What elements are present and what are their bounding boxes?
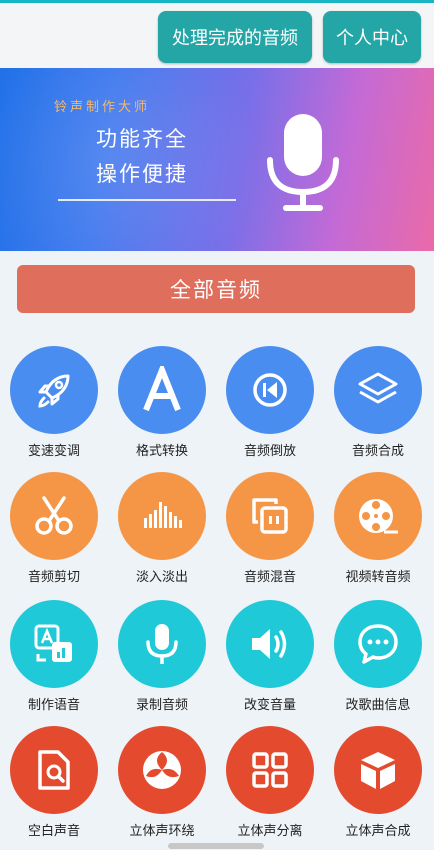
tool-song-info[interactable]: 改歌曲信息 <box>324 584 432 714</box>
tool-mix[interactable]: 音频混音 <box>216 456 324 586</box>
tool-label: 立体声分离 <box>237 824 303 839</box>
tool-circle <box>226 472 314 560</box>
film-reel-icon <box>359 499 398 534</box>
microphone-icon <box>146 624 178 664</box>
cube-icon <box>361 752 395 789</box>
grid-icon <box>252 752 288 788</box>
tool-circle <box>118 600 206 688</box>
tool-label: 立体声合成 <box>345 824 411 839</box>
tool-format-convert[interactable]: 格式转换 <box>108 330 216 460</box>
chat-bubble-icon <box>358 624 398 664</box>
waveform-icon <box>144 502 182 528</box>
tool-stereo-split[interactable]: 立体声分离 <box>216 710 324 840</box>
tool-label: 淡入淡出 <box>135 570 188 585</box>
profile-button[interactable]: 个人中心 <box>323 11 421 63</box>
tool-circle <box>226 346 314 434</box>
tool-label: 空白声音 <box>27 824 80 839</box>
file-search-icon <box>38 750 70 790</box>
tool-stereo-merge[interactable]: 立体声合成 <box>324 710 432 840</box>
tool-label: 音频剪切 <box>27 570 80 585</box>
layers-icon <box>358 372 398 404</box>
microphone-icon <box>267 114 339 211</box>
tool-circle <box>334 600 422 688</box>
tool-circle <box>10 600 98 688</box>
tool-blank-sound[interactable]: 空白声音 <box>0 710 108 840</box>
tool-reverse[interactable]: 音频倒放 <box>216 330 324 460</box>
tool-circle <box>118 346 206 434</box>
mix-icon <box>252 498 288 534</box>
tool-circle <box>226 726 314 814</box>
tool-circle <box>226 600 314 688</box>
banner-divider <box>58 199 236 201</box>
all-audio-button[interactable]: 全部音频 <box>17 265 415 313</box>
tool-fade[interactable]: 淡入淡出 <box>108 456 216 586</box>
banner-tag: 铃声制作大师 <box>54 100 151 115</box>
promo-banner[interactable]: 铃声制作大师 功能齐全 操作便捷 <box>0 68 434 251</box>
banner-line-1: 功能齐全 <box>96 127 188 151</box>
speaker-icon <box>252 629 287 659</box>
translate-icon <box>34 624 72 662</box>
letter-a-icon <box>143 366 181 412</box>
tool-record[interactable]: 录制音频 <box>108 584 216 714</box>
top-bar: 处理完成的音频 个人中心 <box>0 0 434 68</box>
banner-line-2: 操作便捷 <box>96 162 188 186</box>
tool-surround[interactable]: 立体声环绕 <box>108 710 216 840</box>
tool-label: 视频转音频 <box>345 570 411 585</box>
tool-merge[interactable]: 音频合成 <box>324 330 432 460</box>
tool-circle <box>118 472 206 560</box>
tool-circle <box>118 726 206 814</box>
rocket-icon <box>38 374 70 408</box>
tool-circle <box>10 472 98 560</box>
tool-circle <box>334 472 422 560</box>
tool-circle <box>10 726 98 814</box>
tool-volume[interactable]: 改变音量 <box>216 584 324 714</box>
tool-cut[interactable]: 音频剪切 <box>0 456 108 586</box>
tool-circle <box>334 726 422 814</box>
tool-circle <box>334 346 422 434</box>
tool-label: 立体声环绕 <box>129 824 195 839</box>
processed-audio-button[interactable]: 处理完成的音频 <box>158 11 312 63</box>
surround-icon <box>143 751 181 789</box>
tool-voice[interactable]: 制作语音 <box>0 584 108 714</box>
tool-video-to-audio[interactable]: 视频转音频 <box>324 456 432 586</box>
rewind-icon <box>253 373 287 407</box>
tool-speed-pitch[interactable]: 变速变调 <box>0 330 108 460</box>
scissors-icon <box>35 496 73 535</box>
tool-label: 音频混音 <box>243 570 296 585</box>
tool-circle <box>10 346 98 434</box>
home-indicator <box>168 843 264 849</box>
